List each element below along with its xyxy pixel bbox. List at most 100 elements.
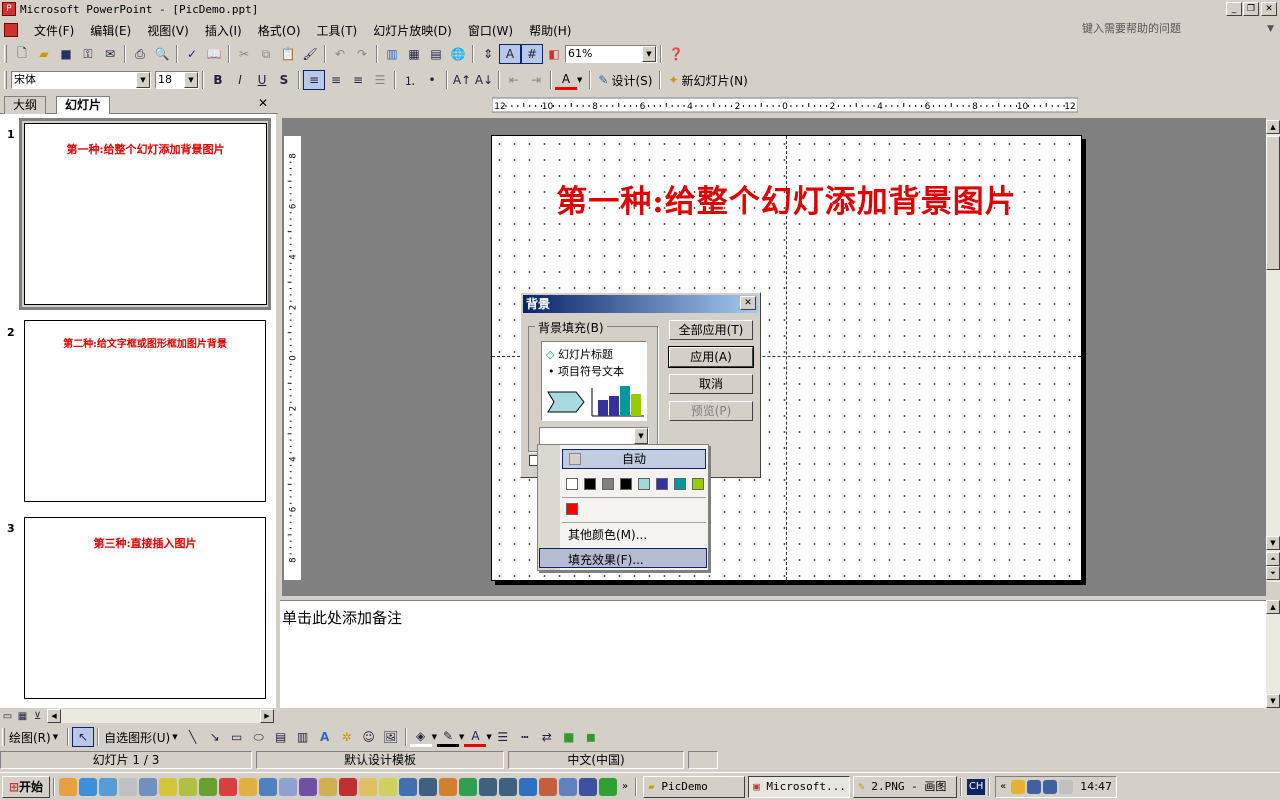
dialog-close-button[interactable]: ✕ bbox=[740, 296, 756, 310]
ime-indicator[interactable]: CH bbox=[967, 778, 986, 795]
tables-borders-icon[interactable]: ▤ bbox=[425, 44, 447, 64]
network2-tray-icon[interactable] bbox=[1043, 779, 1058, 794]
align-center-icon[interactable]: ≡ bbox=[325, 70, 347, 90]
menu-tools[interactable]: 工具(T) bbox=[309, 22, 366, 39]
color-swatch[interactable] bbox=[638, 478, 650, 490]
italic-icon[interactable]: I bbox=[229, 70, 251, 90]
explorer-icon[interactable] bbox=[319, 777, 337, 796]
color-swatch[interactable] bbox=[584, 478, 596, 490]
folder2-icon[interactable] bbox=[359, 777, 377, 796]
color-swatch[interactable] bbox=[656, 478, 668, 490]
slide-title[interactable]: 第一种:给整个幻灯添加背景图片 bbox=[492, 176, 1081, 221]
decrease-font-icon[interactable]: A↓ bbox=[473, 70, 495, 90]
app2-icon[interactable] bbox=[479, 777, 497, 796]
ie-icon[interactable] bbox=[79, 777, 97, 796]
color-swatch[interactable] bbox=[674, 478, 686, 490]
fireworks-icon[interactable] bbox=[179, 777, 197, 796]
tray-expand-icon[interactable]: « bbox=[1000, 781, 1006, 792]
numbering-icon[interactable]: ⒈ bbox=[399, 70, 421, 90]
tab-slides[interactable]: 幻灯片 bbox=[56, 96, 111, 114]
decrease-indent-icon[interactable]: ⇤ bbox=[503, 70, 525, 90]
more-colors-option[interactable]: 其他颜色(M)... bbox=[568, 526, 647, 543]
print-preview-icon[interactable]: 🔍 bbox=[151, 44, 173, 64]
next-slide-button[interactable]: ⏷ bbox=[1266, 566, 1280, 580]
arrow-icon[interactable]: ↘ bbox=[204, 727, 226, 747]
cancel-button[interactable]: 取消 bbox=[669, 374, 753, 394]
font-size-combo[interactable]: 18 ▼ bbox=[155, 71, 199, 89]
3d-style-icon[interactable]: ◼ bbox=[580, 727, 602, 747]
task-picdemo[interactable]: ▰ PicDemo bbox=[643, 775, 746, 798]
insert-chart-icon[interactable]: ▥ bbox=[381, 44, 403, 64]
increase-font-icon[interactable]: A↑ bbox=[451, 70, 473, 90]
format-painter-icon[interactable]: 🖌 bbox=[299, 44, 321, 64]
scroll-up-button[interactable]: ▲ bbox=[1266, 120, 1280, 134]
underline-icon[interactable]: U bbox=[251, 70, 273, 90]
qq-icon[interactable] bbox=[1011, 779, 1026, 794]
email-icon[interactable]: ✉ bbox=[99, 44, 121, 64]
color-swatch[interactable] bbox=[602, 478, 614, 490]
sound-icon[interactable] bbox=[119, 777, 137, 796]
undo-icon[interactable]: ↶ bbox=[329, 44, 351, 64]
tab-outline[interactable]: 大纲 bbox=[4, 96, 47, 114]
tool-icon[interactable] bbox=[399, 777, 417, 796]
print-icon[interactable]: ⎙ bbox=[129, 44, 151, 64]
chrome-icon[interactable] bbox=[59, 777, 77, 796]
app8-icon[interactable] bbox=[599, 777, 617, 796]
new-slide-button[interactable]: ✦ 新幻灯片(N) bbox=[664, 72, 751, 89]
redo-icon[interactable]: ↷ bbox=[351, 44, 373, 64]
font-color-icon[interactable]: A bbox=[555, 70, 577, 90]
wordart-icon[interactable]: A bbox=[314, 727, 336, 747]
notes-pane[interactable]: 单击此处添加备注 bbox=[280, 600, 1266, 708]
rectangle-icon[interactable]: ▭ bbox=[226, 727, 248, 747]
bullets-icon[interactable]: • bbox=[421, 70, 443, 90]
app5-icon[interactable] bbox=[539, 777, 557, 796]
insert-table-icon[interactable]: ▦ bbox=[403, 44, 425, 64]
sorter-view-icon[interactable]: ▦ bbox=[15, 709, 30, 723]
menu-help[interactable]: 帮助(H) bbox=[521, 22, 579, 39]
task-powerpoint[interactable]: ▣ Microsoft... bbox=[748, 775, 851, 798]
notepad-icon[interactable] bbox=[379, 777, 397, 796]
link-icon[interactable] bbox=[139, 777, 157, 796]
menu-format[interactable]: 格式(O) bbox=[250, 22, 309, 39]
dash-style-icon[interactable]: ┅ bbox=[514, 727, 536, 747]
notes-scroll-down[interactable]: ▼ bbox=[1266, 694, 1280, 708]
close-pane-icon[interactable]: ✕ bbox=[258, 96, 268, 110]
slide-thumbnail-2[interactable]: 第二种:给文字框或图形框加图片背景 bbox=[24, 320, 266, 502]
menu-insert[interactable]: 插入(I) bbox=[197, 22, 250, 39]
line-style-icon[interactable]: ☰ bbox=[492, 727, 514, 747]
textbox-icon[interactable]: ▤ bbox=[270, 727, 292, 747]
hyperlink-icon[interactable]: 🌐 bbox=[447, 44, 469, 64]
network-tray-icon[interactable] bbox=[1027, 779, 1042, 794]
dreamweaver-icon[interactable] bbox=[199, 777, 217, 796]
arrow-style-icon[interactable]: ⇄ bbox=[536, 727, 558, 747]
select-pointer-icon[interactable]: ↖ bbox=[72, 727, 95, 747]
acrobat-icon[interactable] bbox=[339, 777, 357, 796]
more-chevron-icon[interactable]: » bbox=[622, 781, 628, 792]
open-icon[interactable]: ▰ bbox=[33, 44, 55, 64]
distribute-icon[interactable]: ☰ bbox=[369, 70, 391, 90]
vertical-scrollbar[interactable]: ▲ ▼ ⏶ ⏷ bbox=[1266, 120, 1280, 582]
tree-icon[interactable] bbox=[459, 777, 477, 796]
task-paint[interactable]: ✎ 2.PNG - 画图 bbox=[853, 775, 958, 798]
fill-color-icon[interactable]: ◈ bbox=[409, 727, 432, 747]
scroll-left-button[interactable]: ◀ bbox=[47, 709, 61, 723]
design-button[interactable]: ✎ 设计(S) bbox=[594, 72, 656, 89]
fill-color-dropdown[interactable]: ▼ bbox=[539, 427, 649, 445]
help-search-input[interactable]: 键入需要帮助的问题 ▼ bbox=[1082, 20, 1276, 38]
help-icon[interactable]: ❓ bbox=[665, 44, 687, 64]
paste-icon[interactable]: 📋 bbox=[277, 44, 299, 64]
shadow-icon[interactable]: S bbox=[273, 70, 295, 90]
zoom-combo[interactable]: 61% ▼ bbox=[565, 45, 657, 63]
minimize-button[interactable]: _ bbox=[1226, 2, 1242, 16]
color-swatch[interactable] bbox=[692, 478, 704, 490]
color-swatch[interactable] bbox=[620, 478, 632, 490]
powerpoint-app-icon[interactable]: P bbox=[2, 2, 16, 16]
app3-icon[interactable] bbox=[499, 777, 517, 796]
increase-indent-icon[interactable]: ⇥ bbox=[525, 70, 547, 90]
slideshow-view-icon[interactable]: ⊻ bbox=[30, 709, 45, 723]
compass-icon[interactable] bbox=[279, 777, 297, 796]
autoshapes-button[interactable]: 自选图形(U) bbox=[104, 729, 170, 746]
restore-button[interactable]: ❐ bbox=[1243, 2, 1259, 16]
recent-color-swatch[interactable] bbox=[566, 503, 578, 515]
app6-icon[interactable] bbox=[559, 777, 577, 796]
